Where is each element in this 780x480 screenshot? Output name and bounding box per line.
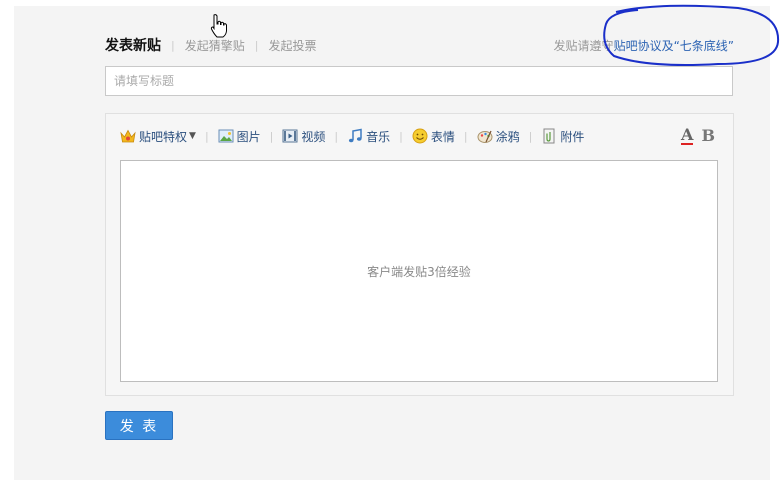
bold-button[interactable]: B xyxy=(701,126,715,145)
smiley-icon xyxy=(412,128,428,144)
toolbar-divider: | xyxy=(528,129,533,143)
video-label: 视频 xyxy=(301,129,326,144)
toolbar-divider: | xyxy=(463,129,468,143)
hand-cursor-icon xyxy=(210,14,227,38)
toolbar-divider: | xyxy=(204,129,209,143)
attachment-button[interactable]: 附件 xyxy=(541,128,584,145)
music-button[interactable]: 音乐 xyxy=(347,128,390,145)
tab-vote[interactable]: 发起投票 xyxy=(268,37,316,54)
editor-toolbar: 贴吧特权 ▼ | 图片 | 视频 | 音乐 | 表情 | 涂鸦 | 附件 xyxy=(120,126,584,146)
doodle-label: 涂鸦 xyxy=(495,129,520,144)
doodle-button[interactable]: 涂鸦 xyxy=(477,128,520,145)
video-button[interactable]: 视频 xyxy=(282,128,325,145)
content-editor[interactable]: 客户端发贴3倍经验 xyxy=(120,160,718,382)
font-color-button[interactable]: A xyxy=(681,126,694,145)
tab-new-post[interactable]: 发表新贴 xyxy=(105,35,161,55)
tab-guess-post[interactable]: 发起猜擎贴 xyxy=(185,37,245,54)
image-button[interactable]: 图片 xyxy=(218,128,261,145)
crown-icon xyxy=(120,129,136,143)
toolbar-divider: | xyxy=(399,129,403,143)
toolbar-divider: | xyxy=(269,129,274,143)
privilege-label: 贴吧特权 xyxy=(139,129,188,144)
editor-placeholder: 客户端发贴3倍经验 xyxy=(367,264,471,279)
privilege-button[interactable]: 贴吧特权 ▼ xyxy=(120,128,196,145)
chevron-down-icon: ▼ xyxy=(189,131,196,141)
submit-button[interactable]: 发 表 xyxy=(105,411,173,440)
emoticon-label: 表情 xyxy=(430,129,455,144)
music-label: 音乐 xyxy=(366,129,391,144)
tab-divider: | xyxy=(171,38,175,52)
format-controls: A B xyxy=(681,126,715,145)
image-icon xyxy=(218,129,234,143)
title-input[interactable] xyxy=(105,66,733,96)
attachment-label: 附件 xyxy=(560,129,585,144)
toolbar-divider: | xyxy=(334,129,339,143)
notice-prefix: 发贴请遵守 xyxy=(553,39,614,53)
posting-notice: 发贴请遵守贴吧协议及“七条底线” xyxy=(554,37,734,54)
agreement-link[interactable]: 贴吧协议及“七条底线” xyxy=(614,39,734,53)
music-icon xyxy=(349,128,362,143)
attachment-icon xyxy=(543,128,555,144)
image-label: 图片 xyxy=(236,129,261,144)
video-icon xyxy=(282,129,298,143)
editor-container: 贴吧特权 ▼ | 图片 | 视频 | 音乐 | 表情 | 涂鸦 | 附件 A B… xyxy=(105,113,734,396)
paint-icon xyxy=(477,130,493,143)
tab-divider: | xyxy=(254,38,259,52)
emoticon-button[interactable]: 表情 xyxy=(412,128,455,145)
